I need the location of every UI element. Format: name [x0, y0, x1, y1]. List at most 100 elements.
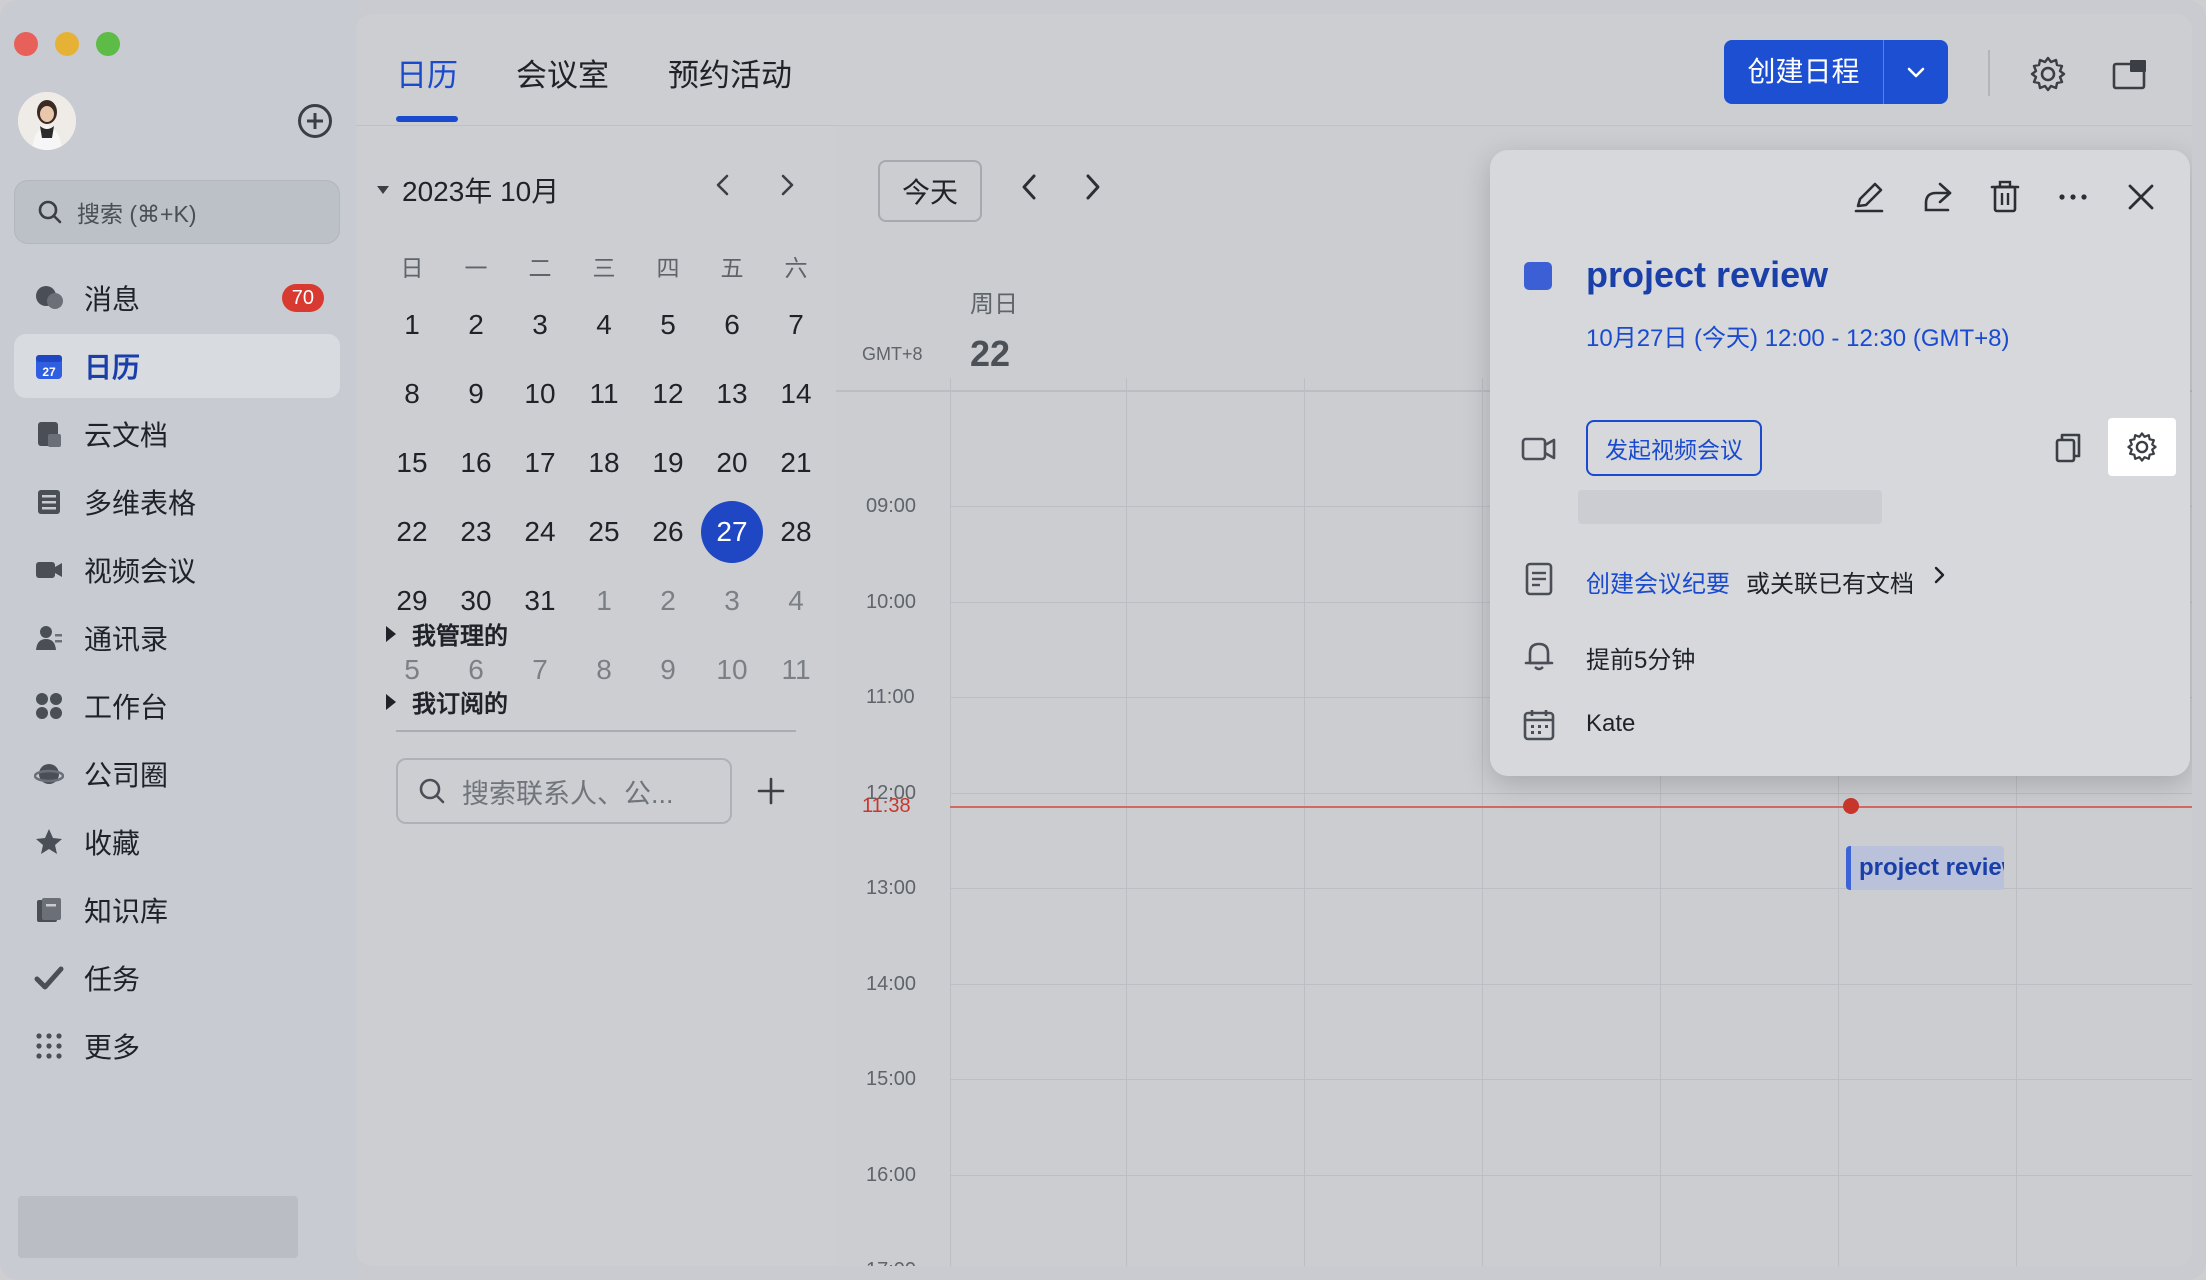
event-chip[interactable]: project review	[1846, 846, 2004, 890]
mini-calendar-day[interactable]: 18	[572, 447, 636, 479]
global-search-input[interactable]: 搜索 (⌘+K)	[14, 180, 340, 244]
mini-calendar-day[interactable]: 2	[444, 309, 508, 341]
contact-search-input[interactable]: 搜索联系人、公...	[396, 758, 732, 824]
edit-icon[interactable]	[1850, 178, 1888, 216]
calendar-group-label: 我管理的	[412, 623, 508, 650]
tab-calendar[interactable]: 日历	[396, 50, 458, 95]
mini-calendar-day[interactable]: 30	[444, 585, 508, 617]
today-button[interactable]: 今天	[878, 160, 982, 222]
mini-calendar-day[interactable]: 10	[508, 378, 572, 410]
mini-calendar-day[interactable]: 6	[700, 309, 764, 341]
mini-calendar-day[interactable]: 5	[380, 654, 444, 686]
sidebar-item-wiki[interactable]: 知识库	[14, 878, 340, 942]
copy-icon[interactable]	[2050, 430, 2086, 466]
mini-calendar-day[interactable]: 1	[572, 585, 636, 617]
plus-icon[interactable]	[756, 776, 786, 806]
mini-calendar-day[interactable]: 4	[764, 585, 828, 617]
sidebar-item-contacts[interactable]: 通讯录	[14, 606, 340, 670]
meeting-settings-button[interactable]	[2108, 418, 2176, 476]
minimize-window-button[interactable]	[55, 32, 79, 56]
sidebar-item-video[interactable]: 视频会议	[14, 538, 340, 602]
mini-calendar-day[interactable]: 21	[764, 447, 828, 479]
tab-meeting-rooms[interactable]: 会议室	[516, 50, 609, 95]
link-existing-doc[interactable]: 或关联已有文档	[1746, 564, 1914, 599]
gear-icon[interactable]	[2028, 54, 2068, 94]
trash-icon[interactable]	[1986, 178, 2024, 216]
mini-calendar-day[interactable]: 8	[572, 654, 636, 686]
mini-calendar-day[interactable]: 3	[508, 309, 572, 341]
mini-calendar-day[interactable]: 6	[444, 654, 508, 686]
current-time-dot	[1843, 798, 1859, 814]
mini-calendar-day[interactable]: 11	[572, 378, 636, 410]
more-icon[interactable]	[2054, 178, 2092, 216]
mini-calendar-day[interactable]: 10	[700, 654, 764, 686]
mini-calendar-day[interactable]: 29	[380, 585, 444, 617]
chevron-down-icon[interactable]	[1884, 60, 1948, 84]
share-icon[interactable]	[1918, 178, 1956, 216]
mini-calendar-day[interactable]: 12	[636, 378, 700, 410]
sidebar-item-favorites[interactable]: 收藏	[14, 810, 340, 874]
weekday-label: 五	[720, 255, 744, 281]
sidebar-item-label: 多维表格	[84, 488, 197, 519]
next-month-icon[interactable]	[772, 170, 802, 200]
mini-calendar-day-today[interactable]: 27	[700, 516, 764, 548]
mini-calendar-day[interactable]: 4	[572, 309, 636, 341]
mini-calendar-day[interactable]: 11	[764, 654, 828, 686]
zoom-window-button[interactable]	[96, 32, 120, 56]
hour-gridline	[950, 1175, 2192, 1176]
mini-calendar-day[interactable]: 3	[700, 585, 764, 617]
mini-calendar-day[interactable]: 31	[508, 585, 572, 617]
sidebar-item-docs[interactable]: 云文档	[14, 402, 340, 466]
mini-calendar-day[interactable]: 23	[444, 516, 508, 548]
new-window-icon[interactable]	[2110, 54, 2150, 94]
mini-calendar-day[interactable]: 19	[636, 447, 700, 479]
mini-calendar-day[interactable]: 17	[508, 447, 572, 479]
sidebar-item-messages[interactable]: 消息 70	[14, 266, 340, 330]
tab-booking[interactable]: 预约活动	[668, 50, 792, 95]
mini-calendar-day[interactable]: 24	[508, 516, 572, 548]
mini-calendar-day[interactable]: 28	[764, 516, 828, 548]
mini-calendar-day[interactable]: 16	[444, 447, 508, 479]
sidebar-item-bitable[interactable]: 多维表格	[14, 470, 340, 534]
calendar-group-managed[interactable]: 我管理的	[386, 616, 508, 651]
day-number: 5	[404, 653, 420, 685]
next-week-icon[interactable]	[1078, 170, 1108, 204]
sidebar-item-more[interactable]: 更多	[14, 1014, 340, 1078]
prev-week-icon[interactable]	[1014, 170, 1044, 204]
mini-calendar-day[interactable]: 7	[764, 309, 828, 341]
avatar[interactable]	[18, 92, 76, 150]
close-window-button[interactable]	[14, 32, 38, 56]
mini-calendar-day[interactable]: 25	[572, 516, 636, 548]
mini-calendar-day[interactable]: 9	[636, 654, 700, 686]
mini-calendar-day[interactable]: 15	[380, 447, 444, 479]
mini-calendar-day[interactable]: 13	[700, 378, 764, 410]
sidebar-item-calendar[interactable]: 27 日历	[14, 334, 340, 398]
chevron-right-icon[interactable]	[1930, 560, 1950, 590]
prev-month-icon[interactable]	[708, 170, 738, 200]
close-icon[interactable]	[2122, 178, 2160, 216]
calendar-icon	[1523, 710, 1555, 741]
mini-calendar-day[interactable]: 2	[636, 585, 700, 617]
video-camera-icon	[1521, 437, 1556, 461]
mini-calendar-day[interactable]: 5	[636, 309, 700, 341]
sidebar-item-workplace[interactable]: 工作台	[14, 674, 340, 738]
mini-calendar-day[interactable]: 9	[444, 378, 508, 410]
mini-calendar-day[interactable]: 20	[700, 447, 764, 479]
mini-calendar-day[interactable]: 14	[764, 378, 828, 410]
sidebar-item-tasks[interactable]: 任务	[14, 946, 340, 1010]
calendar-group-subscribed[interactable]: 我订阅的	[386, 684, 508, 719]
add-circle-icon[interactable]	[298, 104, 332, 138]
create-event-button[interactable]: 创建日程	[1724, 40, 1948, 104]
mini-calendar-day[interactable]: 1	[380, 309, 444, 341]
day-header-sun[interactable]: 周日 22	[970, 284, 1018, 392]
column-divider	[1304, 378, 1305, 1266]
create-meeting-notes-link[interactable]: 创建会议纪要	[1586, 564, 1730, 599]
start-video-meeting-button[interactable]: 发起视频会议	[1586, 420, 1762, 476]
mini-calendar-day[interactable]: 26	[636, 516, 700, 548]
mini-calendar-header[interactable]: 2023年 10月	[376, 170, 559, 210]
meeting-link-placeholder	[1578, 490, 1882, 524]
mini-calendar-day[interactable]: 22	[380, 516, 444, 548]
sidebar-item-moments[interactable]: 公司圈	[14, 742, 340, 806]
mini-calendar-day[interactable]: 7	[508, 654, 572, 686]
mini-calendar-day[interactable]: 8	[380, 378, 444, 410]
